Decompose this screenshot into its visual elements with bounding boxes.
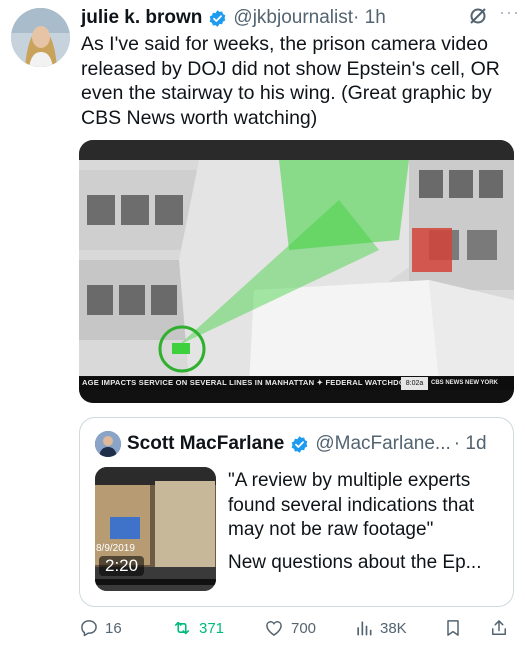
view-count: 38K bbox=[380, 619, 407, 637]
reply-icon bbox=[81, 620, 97, 637]
quoted-tweet-text: "A review by multiple experts found seve… bbox=[228, 469, 504, 575]
tweet-text: As I've said for weeks, the prison camer… bbox=[81, 33, 500, 129]
cbs-logo: CBS NEWS NEW YORK bbox=[431, 380, 498, 386]
media-image[interactable]: AGE IMPACTS SERVICE ON SEVERAL LINES IN … bbox=[79, 140, 514, 403]
tweet-actions: 16 371 700 38K bbox=[79, 615, 519, 641]
author-name[interactable]: julie k. brown bbox=[81, 7, 202, 29]
quoted-text-quote: "A review by multiple experts found seve… bbox=[228, 470, 475, 540]
quoted-author-handle[interactable]: @MacFarlane... bbox=[315, 433, 450, 455]
video-date: 8/9/2019 bbox=[96, 543, 135, 554]
views-icon bbox=[357, 621, 372, 636]
prison-graphic bbox=[79, 140, 514, 403]
author-handle[interactable]: @jkbjournalist bbox=[233, 7, 353, 29]
ticker-time: 8:02a bbox=[401, 377, 428, 390]
verified-badge-icon bbox=[290, 435, 309, 454]
repost-icon bbox=[174, 621, 190, 635]
like-count: 700 bbox=[291, 619, 317, 637]
quoted-author-name[interactable]: Scott MacFarlane bbox=[127, 433, 284, 455]
share-icon bbox=[492, 620, 506, 635]
bookmark-button[interactable] bbox=[443, 615, 469, 641]
tweet-time[interactable]: · 1h bbox=[353, 7, 386, 29]
tweet-header: julie k. brown @jkbjournalist · 1h bbox=[81, 4, 515, 32]
like-button[interactable]: 700 bbox=[263, 615, 316, 641]
quoted-text-summary: New questions about the Ep... bbox=[228, 551, 482, 573]
grok-icon[interactable] bbox=[467, 5, 489, 32]
like-icon bbox=[266, 621, 282, 636]
avatar[interactable] bbox=[11, 8, 70, 67]
views-button[interactable]: 38K bbox=[354, 615, 407, 641]
reply-button[interactable]: 16 bbox=[79, 615, 122, 641]
bookmark-icon bbox=[447, 620, 459, 636]
more-icon[interactable]: ··· bbox=[499, 2, 520, 23]
quoted-tweet[interactable]: Scott MacFarlane @MacFarlane... · 1d 8/9… bbox=[79, 417, 514, 607]
ticker-text: AGE IMPACTS SERVICE ON SEVERAL LINES IN … bbox=[82, 378, 416, 387]
quoted-tweet-header: Scott MacFarlane @MacFarlane... · 1d bbox=[95, 430, 487, 458]
verified-badge-icon bbox=[208, 9, 227, 28]
video-duration: 2:20 bbox=[99, 556, 145, 576]
quoted-tweet-time[interactable]: · 1d bbox=[454, 433, 487, 455]
share-button[interactable] bbox=[489, 615, 515, 641]
news-ticker: AGE IMPACTS SERVICE ON SEVERAL LINES IN … bbox=[79, 377, 514, 390]
reply-count: 16 bbox=[105, 619, 122, 637]
repost-count: 371 bbox=[199, 619, 225, 637]
repost-button[interactable]: 371 bbox=[171, 615, 224, 641]
quoted-video-thumbnail[interactable]: 8/9/2019 2:20 bbox=[95, 467, 216, 591]
quoted-avatar[interactable] bbox=[95, 431, 121, 457]
